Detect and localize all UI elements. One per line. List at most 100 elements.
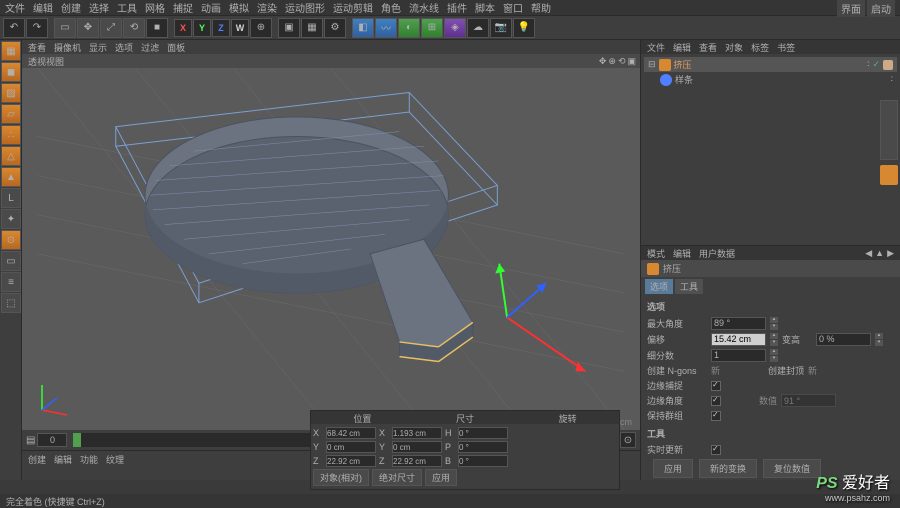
object-row-spline[interactable]: 样条 ∶: [644, 72, 897, 87]
menu-window[interactable]: 窗口: [503, 0, 523, 15]
reset-button[interactable]: 复位数值: [763, 459, 821, 478]
om-tab-edit[interactable]: 编辑: [673, 41, 691, 54]
visibility-dots[interactable]: ∶: [891, 74, 893, 85]
menu-edit[interactable]: 编辑: [33, 0, 53, 15]
menu-snap[interactable]: 捕捉: [173, 0, 193, 15]
layer-tool[interactable]: ≡: [1, 272, 21, 292]
phong-tag-icon[interactable]: [883, 60, 893, 70]
menu-select[interactable]: 选择: [89, 0, 109, 15]
om-tab-view[interactable]: 查看: [699, 41, 717, 54]
vp-maximize-icon[interactable]: ▣: [627, 56, 636, 67]
om-tab-bookmarks[interactable]: 书签: [777, 41, 795, 54]
coord-sy-input[interactable]: [392, 441, 442, 453]
attr-fwd-icon[interactable]: ▶: [887, 248, 894, 259]
camera[interactable]: 📷: [490, 18, 512, 38]
stepper-max-angle[interactable]: ▴▾: [770, 316, 778, 330]
coord-y-input[interactable]: [326, 441, 376, 453]
last-tool[interactable]: ■: [146, 18, 168, 38]
menu-help[interactable]: 帮助: [531, 0, 551, 15]
input-offset[interactable]: [711, 333, 766, 346]
render-view[interactable]: ▣: [278, 18, 300, 38]
mat-tab-func[interactable]: 功能: [80, 453, 98, 466]
om-tab-tags[interactable]: 标签: [751, 41, 769, 54]
mat-tab-tex[interactable]: 纹理: [106, 453, 124, 466]
coord-rz-input[interactable]: [458, 455, 508, 467]
vp-menu-options[interactable]: 选项: [115, 41, 133, 54]
menu-script[interactable]: 脚本: [475, 0, 495, 15]
vp-nav-icon[interactable]: ✥: [599, 56, 607, 67]
menu-render[interactable]: 渲染: [257, 0, 277, 15]
spline-primitive[interactable]: 〰: [375, 18, 397, 38]
menu-create[interactable]: 创建: [61, 0, 81, 15]
axis-x-toggle[interactable]: X: [174, 19, 192, 37]
snap-toggle[interactable]: ⊙: [1, 230, 21, 250]
environment[interactable]: ☁: [467, 18, 489, 38]
attr-tab-mode[interactable]: 模式: [647, 247, 665, 260]
coord-sz-input[interactable]: [392, 455, 442, 467]
apply-button[interactable]: 应用: [653, 459, 693, 478]
content-browser-thumb[interactable]: [880, 100, 898, 160]
vp-menu-filter[interactable]: 过滤: [141, 41, 159, 54]
misc-tool[interactable]: ⬚: [1, 293, 21, 313]
axis-mode[interactable]: L: [1, 188, 21, 208]
vp-menu-camera[interactable]: 摄像机: [54, 41, 81, 54]
stepper-offset[interactable]: ▴▾: [770, 332, 778, 346]
attr-up-icon[interactable]: ▲: [875, 248, 884, 259]
nurbs-generator[interactable]: ◐: [398, 18, 420, 38]
deformer[interactable]: ◈: [444, 18, 466, 38]
render-region[interactable]: ▦: [301, 18, 323, 38]
expand-icon[interactable]: ⊟: [648, 59, 656, 70]
menu-plugins[interactable]: 插件: [447, 0, 467, 15]
checkbox-edge-angle[interactable]: [711, 396, 721, 406]
vp-zoom-icon[interactable]: ⊕: [608, 56, 616, 67]
om-tab-object[interactable]: 对象: [725, 41, 743, 54]
input-max-angle[interactable]: [711, 317, 766, 330]
layout-tab-2[interactable]: 启动: [867, 0, 895, 17]
make-editable[interactable]: ▦: [1, 41, 21, 61]
axis-y-toggle[interactable]: Y: [193, 19, 211, 37]
coord-mode1[interactable]: 对象(相对): [313, 469, 369, 486]
menu-mesh[interactable]: 网格: [145, 0, 165, 15]
stepper-variation[interactable]: ▴▾: [875, 332, 883, 346]
vp-menu-view[interactable]: 查看: [28, 41, 46, 54]
menu-anim[interactable]: 动画: [201, 0, 221, 15]
menu-pipeline[interactable]: 流水线: [409, 0, 439, 15]
checkmark-icon[interactable]: ✓: [872, 59, 880, 70]
undo-button[interactable]: ↶: [3, 18, 25, 38]
timeline-toggle-icon[interactable]: ▤: [26, 435, 35, 446]
scale-tool[interactable]: ⤢: [100, 18, 122, 38]
vp-menu-panel[interactable]: 面板: [167, 41, 185, 54]
light[interactable]: 💡: [513, 18, 535, 38]
edge-mode[interactable]: △: [1, 146, 21, 166]
vp-menu-display[interactable]: 显示: [89, 41, 107, 54]
subtab-tool[interactable]: 工具: [675, 279, 703, 294]
timeline-track[interactable]: [73, 433, 316, 447]
vp-rotate-icon[interactable]: ⟲: [618, 56, 626, 67]
visibility-dots[interactable]: ∶: [867, 59, 869, 70]
coord-mode2[interactable]: 绝对尺寸: [372, 469, 422, 486]
select-tool[interactable]: ▭: [54, 18, 76, 38]
layout-tab-1[interactable]: 界面: [837, 0, 865, 17]
checkbox-preserve[interactable]: [711, 411, 721, 421]
content-browser-icon[interactable]: [880, 165, 898, 185]
checkbox-realtime[interactable]: [711, 445, 721, 455]
input-variation[interactable]: [816, 333, 871, 346]
timeline-playhead[interactable]: [73, 433, 81, 447]
coord-rx-input[interactable]: [458, 427, 508, 439]
subtab-options[interactable]: 选项: [645, 279, 673, 294]
coord-tab-size[interactable]: 尺寸: [414, 411, 517, 424]
workplane-mode[interactable]: ▱: [1, 104, 21, 124]
object-name[interactable]: 挤压: [674, 58, 692, 71]
coord-z-input[interactable]: [326, 455, 376, 467]
coord-tab-position[interactable]: 位置: [311, 411, 414, 424]
texture-mode[interactable]: ▨: [1, 83, 21, 103]
point-mode[interactable]: ∴: [1, 125, 21, 145]
object-name[interactable]: 样条: [675, 73, 693, 86]
coord-tab-rotation[interactable]: 旋转: [516, 411, 619, 424]
input-subdiv[interactable]: [711, 349, 766, 362]
coord-ry-input[interactable]: [458, 441, 508, 453]
menu-tools[interactable]: 工具: [117, 0, 137, 15]
menu-file[interactable]: 文件: [5, 0, 25, 15]
cube-primitive[interactable]: ◧: [352, 18, 374, 38]
mat-tab-create[interactable]: 创建: [28, 453, 46, 466]
